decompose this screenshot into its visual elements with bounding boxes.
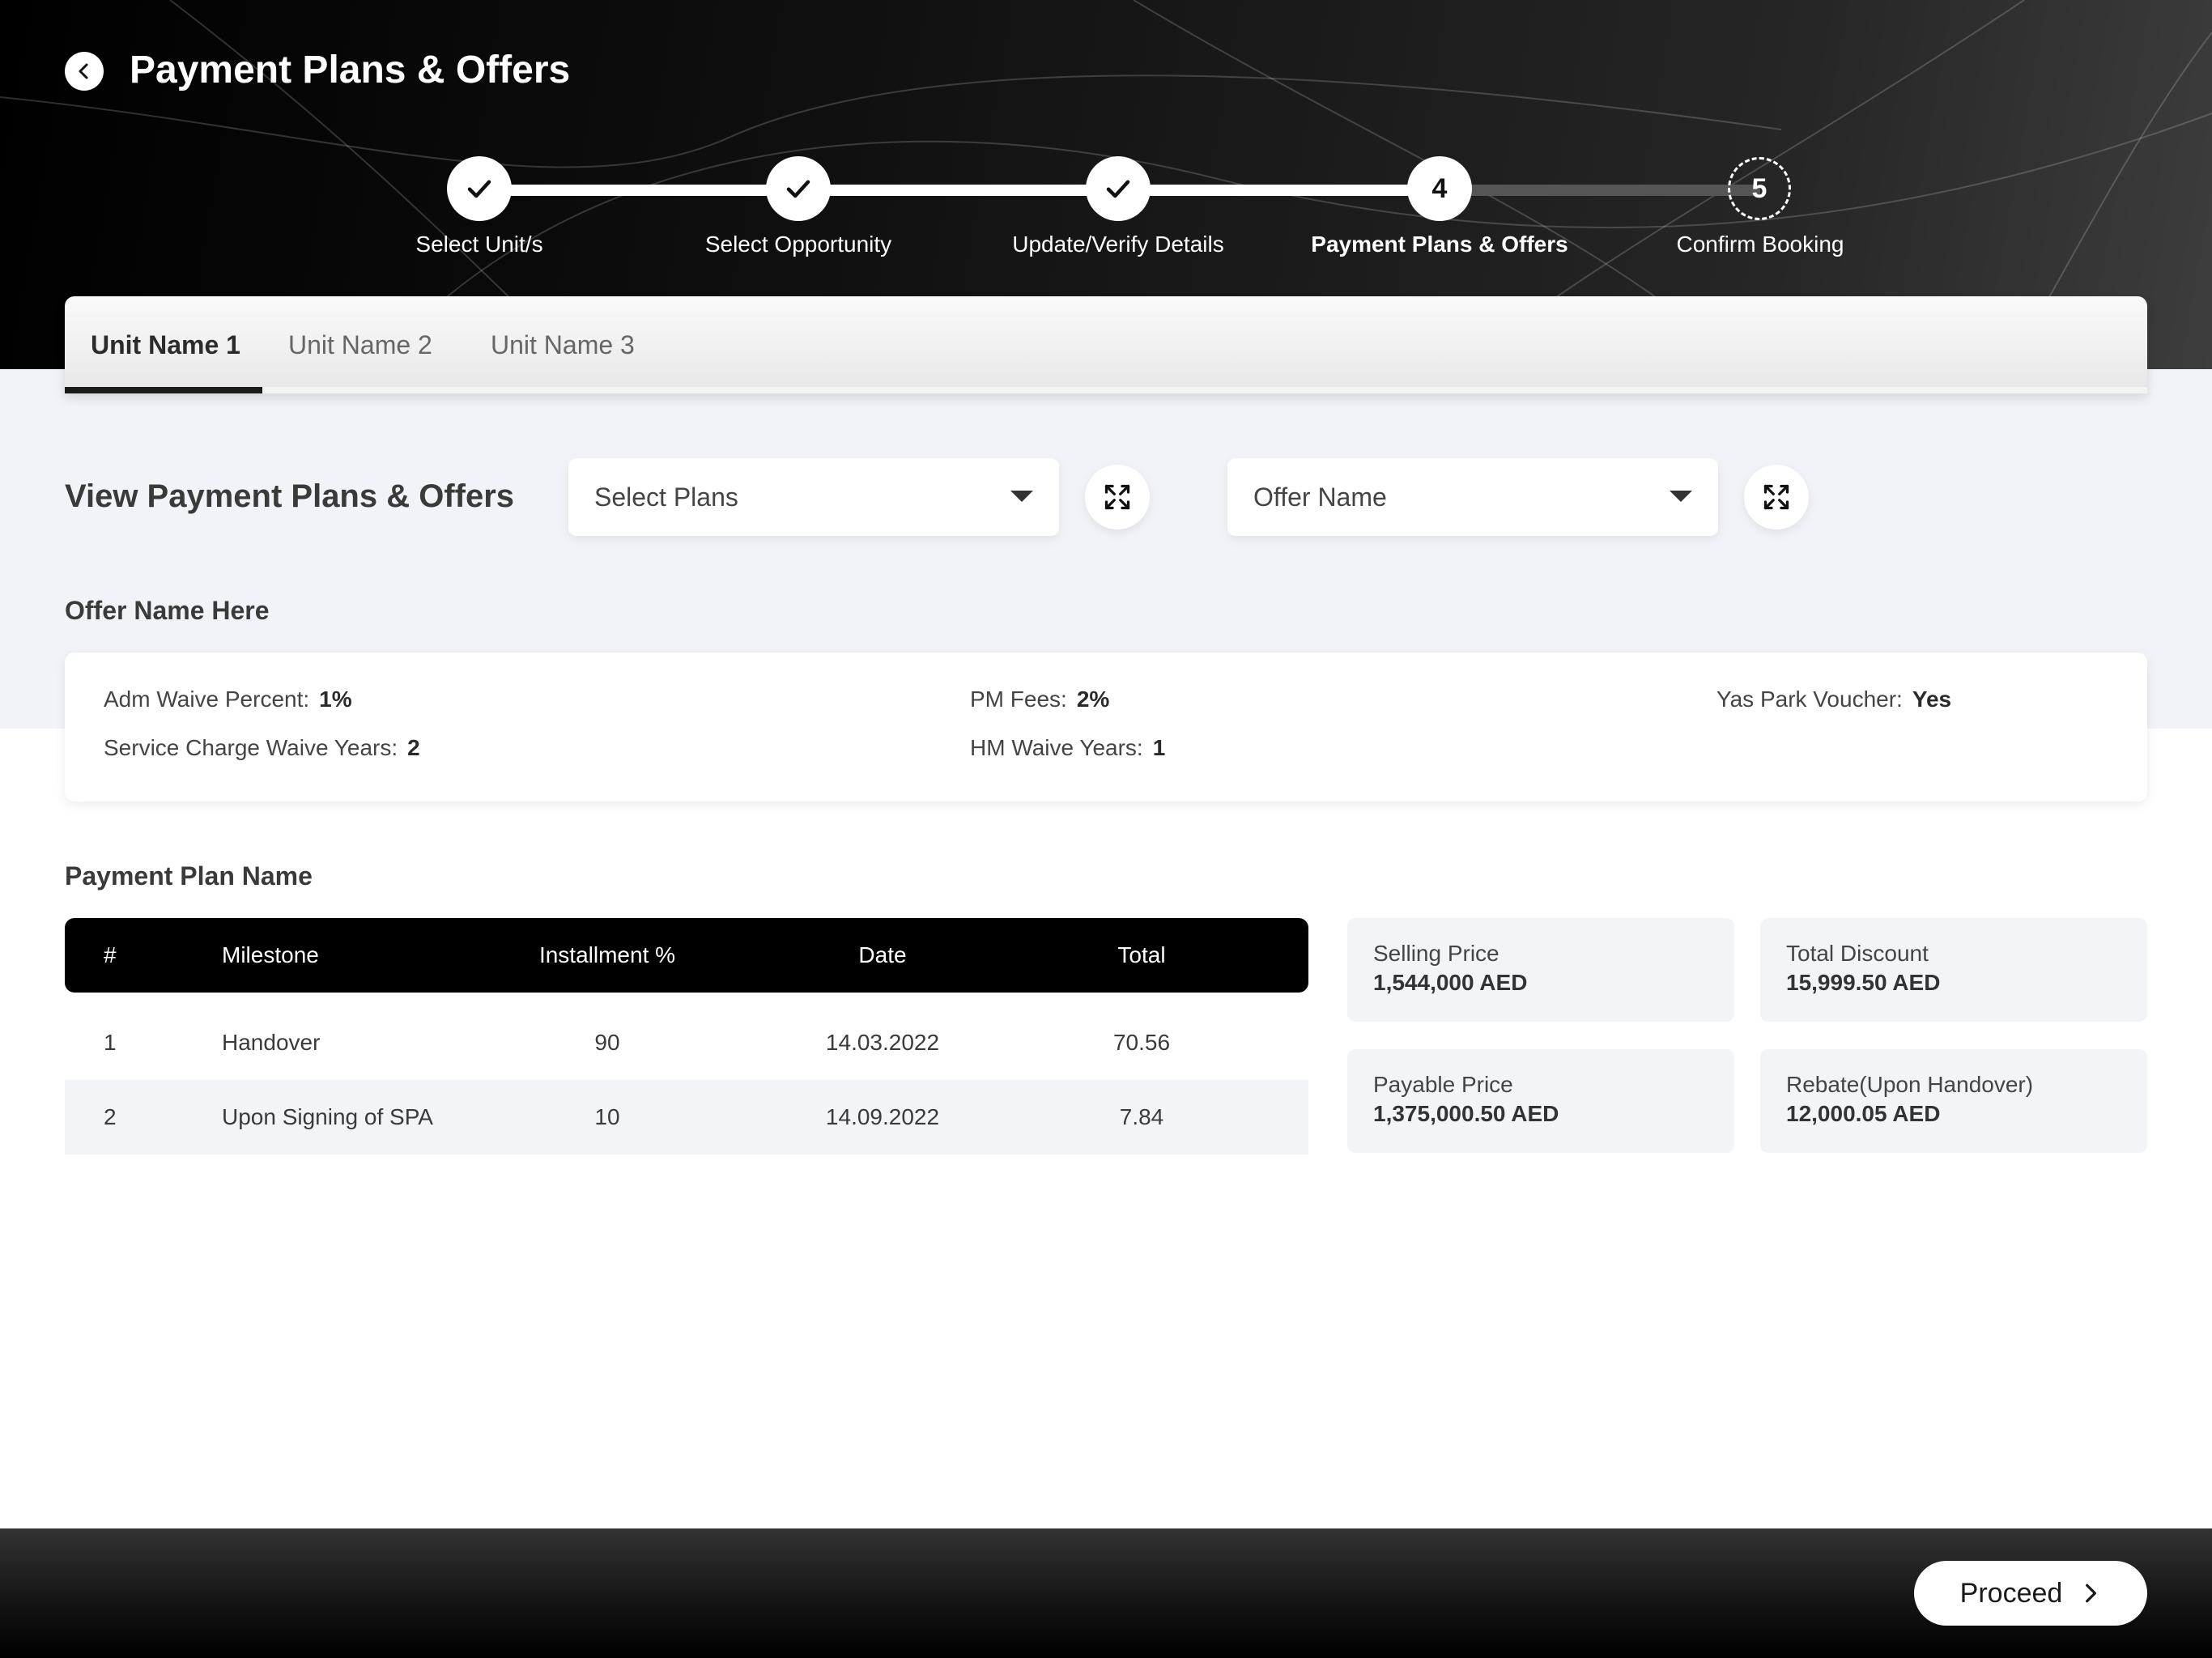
- table-cell: Upon Signing of SPA: [222, 1104, 433, 1129]
- step-3-label: Update/Verify Details: [1012, 232, 1224, 257]
- offer-pm-fees: PM Fees: 2%: [970, 685, 1109, 714]
- select-plans-dropdown[interactable]: Select Plans: [568, 458, 1059, 536]
- step-4-label: Payment Plans & Offers: [1311, 232, 1568, 257]
- table-row: 2 Upon Signing of SPA 10 14.09.2022 7.84: [65, 1080, 1308, 1154]
- column-header: Milestone: [222, 942, 319, 967]
- stepper-track-completed: [479, 185, 1440, 196]
- offer-name-dropdown[interactable]: Offer Name: [1227, 458, 1718, 536]
- progress-stepper: 4 5 Select Unit/s Select Opportunity Upd…: [0, 0, 2212, 275]
- table-header: # Milestone Installment % Date Total: [65, 918, 1308, 993]
- table-cell: Handover: [222, 1030, 321, 1055]
- step-5-label: Confirm Booking: [1676, 232, 1844, 257]
- offer-value: 1: [1152, 735, 1166, 760]
- step-1-circle: [447, 156, 512, 221]
- step-2-label: Select Opportunity: [704, 232, 892, 257]
- expand-plans-button[interactable]: [1085, 465, 1150, 529]
- offer-label: Adm Waive Percent:: [104, 687, 310, 712]
- table-cell: 2: [104, 1104, 117, 1129]
- offer-adm-waive: Adm Waive Percent: 1%: [104, 685, 352, 714]
- offer-details-card: Adm Waive Percent: 1% PM Fees: 2% Yas Park…: [65, 653, 2147, 801]
- tab-unit-1[interactable]: Unit Name 1: [91, 329, 240, 361]
- step-2-circle: [766, 156, 831, 221]
- offer-label: PM Fees:: [970, 687, 1067, 712]
- unit-tabs: Unit Name 1 Unit Name 2 Unit Name 3: [65, 296, 2147, 393]
- rebate-card: Rebate(Upon Handover) 12,000.05 AED: [1760, 1049, 2147, 1153]
- proceed-label: Proceed: [1959, 1577, 2063, 1609]
- stepper-track-remaining: [1440, 185, 1760, 196]
- step-3-circle: [1086, 156, 1151, 221]
- table-cell: 1: [104, 1030, 117, 1055]
- step-1-label: Select Unit/s: [415, 232, 543, 257]
- selling-price-value: 1,544,000 AED: [1373, 970, 1528, 995]
- selling-price-card: Selling Price 1,544,000 AED: [1347, 918, 1734, 1022]
- check-icon: [467, 180, 491, 198]
- check-icon: [786, 180, 810, 198]
- footer-bar: Proceed: [0, 1528, 2212, 1658]
- table-cell: 90: [594, 1030, 620, 1055]
- total-discount-value: 15,999.50 AED: [1786, 970, 1941, 995]
- offer-label: Yas Park Voucher:: [1716, 687, 1903, 712]
- total-discount-label: Total Discount: [1786, 941, 1929, 966]
- proceed-button[interactable]: Proceed: [1914, 1561, 2147, 1626]
- offer-name-value: Offer Name: [1253, 483, 1387, 512]
- expand-icon: [1104, 484, 1130, 510]
- offer-label: HM Waive Years:: [970, 735, 1143, 760]
- tab-unit-2[interactable]: Unit Name 2: [288, 329, 432, 361]
- step-5-circle: 5: [1728, 157, 1791, 220]
- offer-service-charge-waive: Service Charge Waive Years: 2: [104, 733, 420, 763]
- offer-label: Service Charge Waive Years:: [104, 735, 398, 760]
- column-header: Date: [858, 942, 907, 967]
- selling-price-label: Selling Price: [1373, 941, 1499, 966]
- total-discount-card: Total Discount 15,999.50 AED: [1760, 918, 2147, 1022]
- caret-down-icon: [1010, 491, 1033, 502]
- caret-down-icon: [1670, 491, 1692, 502]
- column-header: #: [104, 942, 117, 967]
- offer-value: Yes: [1912, 687, 1952, 712]
- tab-unit-3[interactable]: Unit Name 3: [491, 329, 635, 361]
- table-cell: 7.84: [1119, 1104, 1164, 1129]
- table-cell: 10: [594, 1104, 620, 1129]
- table-cell: 70.56: [1112, 1030, 1171, 1055]
- check-icon: [1106, 180, 1130, 198]
- offer-yas-park-voucher: Yas Park Voucher: Yes: [1716, 685, 1951, 714]
- offer-value: 1%: [319, 687, 352, 712]
- payable-price-label: Payable Price: [1373, 1072, 1513, 1097]
- expand-offer-button[interactable]: [1744, 465, 1809, 529]
- rebate-label: Rebate(Upon Handover): [1786, 1072, 2034, 1097]
- payment-plan-title: Payment Plan Name: [65, 861, 313, 891]
- payable-price-card: Payable Price 1,375,000.50 AED: [1347, 1049, 1734, 1153]
- payable-price-value: 1,375,000.50 AED: [1373, 1101, 1559, 1126]
- offer-value: 2: [407, 735, 420, 760]
- column-header: Installment %: [538, 942, 676, 967]
- table-cell: 14.09.2022: [825, 1104, 940, 1129]
- offer-title: Offer Name Here: [65, 596, 270, 625]
- view-plans-title: View Payment Plans & Offers: [65, 478, 515, 514]
- offer-value: 2%: [1076, 687, 1110, 712]
- payment-plan-table: # Milestone Installment % Date Total 1 H…: [65, 918, 1308, 1154]
- step-4-circle: 4: [1407, 156, 1472, 221]
- rebate-value: 12,000.05 AED: [1786, 1101, 1941, 1126]
- table-row: 1 Handover 90 14.03.2022 70.56: [65, 1005, 1308, 1080]
- expand-icon: [1763, 484, 1789, 510]
- chevron-right-icon: [2086, 1584, 2097, 1603]
- offer-hm-waive: HM Waive Years: 1: [970, 733, 1165, 763]
- table-cell: 14.03.2022: [825, 1030, 940, 1055]
- active-tab-indicator: [65, 387, 262, 393]
- column-header: Total: [1117, 942, 1166, 967]
- select-plans-value: Select Plans: [594, 483, 738, 512]
